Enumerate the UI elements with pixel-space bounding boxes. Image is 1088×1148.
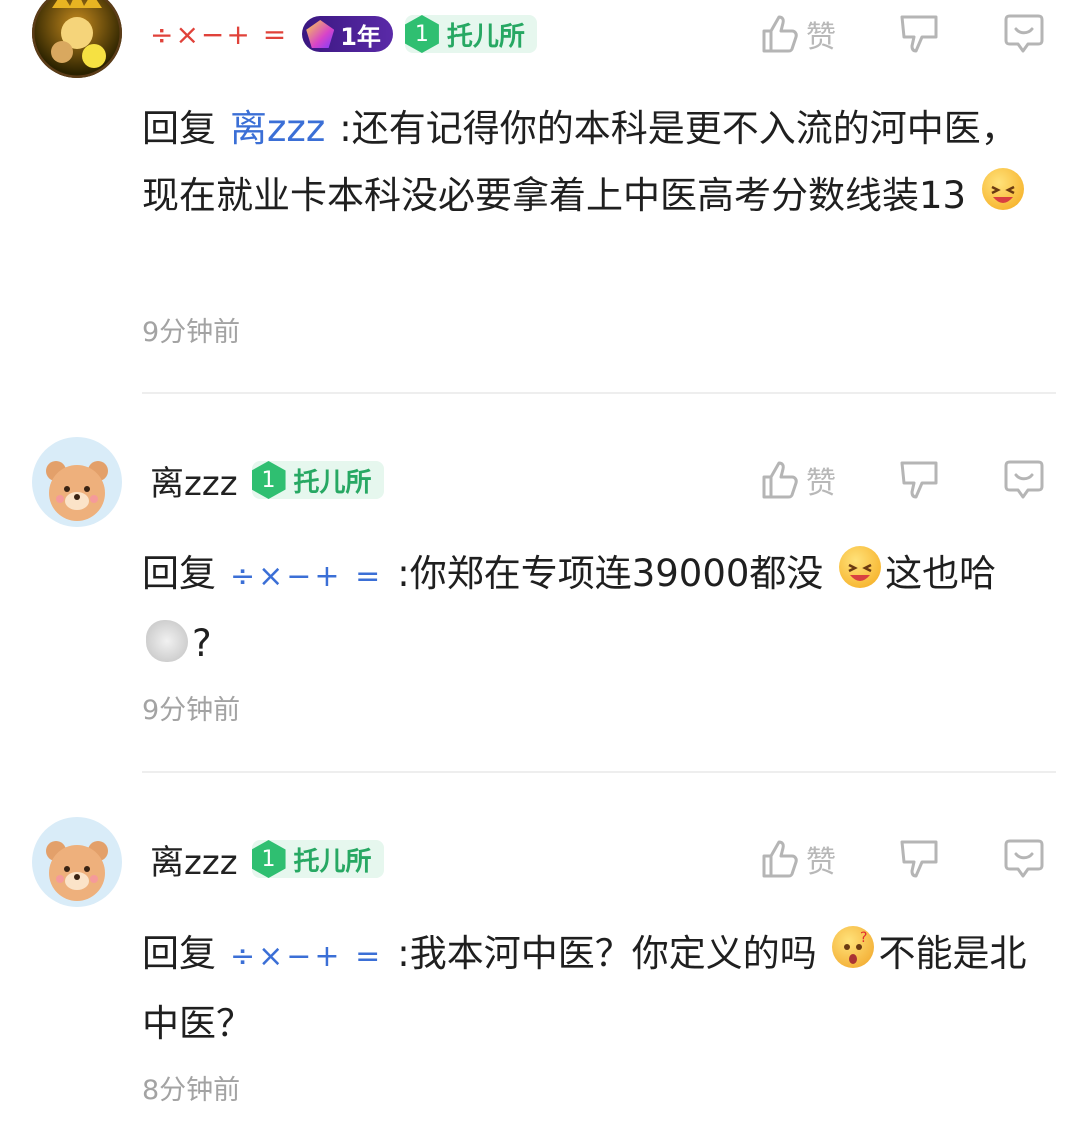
- laughing-emoji: [839, 546, 882, 588]
- membership-badge-label: 1年: [340, 22, 381, 51]
- comment-header: 离zzz 1 托儿所: [150, 456, 384, 504]
- reply-button[interactable]: [1002, 456, 1046, 504]
- avatar-image: [46, 461, 108, 521]
- avatar-image: [32, 0, 122, 78]
- like-label: 赞: [806, 845, 836, 880]
- reply-button[interactable]: [1002, 10, 1046, 58]
- dislike-button[interactable]: [898, 835, 940, 883]
- level-badge: 1 托儿所: [251, 461, 384, 499]
- reply-prefix: 回复: [142, 552, 216, 595]
- comment-content: 回复 ÷×−+ =:我本河中医？你定义的吗 ? 不能是北中医？: [142, 920, 1052, 1057]
- avatar[interactable]: [32, 437, 122, 527]
- avatar[interactable]: [32, 0, 122, 78]
- avatar-image: [46, 841, 108, 901]
- comment-text-cont: 这也哈: [885, 552, 997, 595]
- username[interactable]: 离zzz: [150, 456, 238, 505]
- level-title: 托儿所: [293, 467, 372, 498]
- comment-text: :我本河中医？你定义的吗: [397, 932, 817, 975]
- reply-button[interactable]: [1002, 835, 1046, 883]
- thumbs-down-icon: [900, 461, 938, 499]
- comment-bubble-icon: [1004, 460, 1044, 499]
- mention-link[interactable]: ÷×−+ =: [230, 559, 383, 594]
- thumbs-up-icon: [762, 840, 798, 878]
- comment-time: 8分钟前: [142, 1075, 241, 1106]
- comment-content: 回复 离zzz:还有记得你的本科是更不入流的河中医，现在就业卡本科没必要拿着上中医…: [142, 95, 1052, 229]
- thumbs-up-icon: [762, 461, 798, 499]
- comment-item: 离zzz 1 托儿所 赞 回复 ÷×−+ = :我本河中医？你定义的吗 ? 不能…: [0, 772, 1088, 1148]
- dislike-button[interactable]: [898, 456, 940, 504]
- comment-item: ÷×−+ = 1年 1 托儿所 赞 回复 离zzz:还有记得你的本科是更不入流的…: [0, 0, 1088, 394]
- username[interactable]: ÷×−+ =: [150, 18, 288, 51]
- comment-text-end: ?: [192, 622, 212, 665]
- like-label: 赞: [806, 20, 836, 55]
- comment-actions: 赞: [756, 10, 1056, 58]
- mention-link[interactable]: ÷×−+ =: [230, 939, 383, 974]
- like-button[interactable]: 赞: [758, 835, 836, 883]
- thumbs-down-icon: [900, 15, 938, 53]
- username[interactable]: 离zzz: [150, 835, 238, 884]
- reply-prefix: 回复: [142, 107, 216, 150]
- comment-content: 回复 ÷×−+ = :你郑在专项连39000都没 这也哈 ?: [142, 540, 1052, 677]
- comment-actions: 赞: [756, 456, 1056, 504]
- thumbs-up-icon: [762, 15, 798, 53]
- thumbs-down-icon: [900, 840, 938, 878]
- level-title: 托儿所: [293, 846, 372, 877]
- mention-link[interactable]: 离zzz: [230, 107, 325, 150]
- comment-bubble-icon: [1004, 839, 1044, 878]
- comment-time: 9分钟前: [142, 317, 241, 348]
- comment-item: 离zzz 1 托儿所 赞 回复 ÷×−+ = :你郑在专项连39000都没 这也…: [0, 392, 1088, 773]
- thinking-emoji: ?: [832, 926, 875, 968]
- level-number: 1: [251, 840, 286, 878]
- level-badge: 1 托儿所: [404, 15, 537, 53]
- like-button[interactable]: 赞: [758, 456, 836, 504]
- level-title: 托儿所: [446, 21, 525, 52]
- reply-prefix: 回复: [142, 932, 216, 975]
- like-label: 赞: [806, 466, 836, 501]
- level-number: 1: [404, 15, 439, 53]
- comment-header: ÷×−+ = 1年 1 托儿所: [150, 10, 537, 58]
- like-button[interactable]: 赞: [758, 10, 836, 58]
- gem-icon: [306, 20, 335, 48]
- comment-text: :你郑在专项连39000都没: [397, 552, 824, 595]
- svg-text:?: ?: [860, 930, 867, 946]
- dislike-button[interactable]: [898, 10, 940, 58]
- avatar[interactable]: [32, 817, 122, 907]
- comment-time: 9分钟前: [142, 695, 241, 726]
- level-number: 1: [251, 461, 286, 499]
- comment-header: 离zzz 1 托儿所: [150, 835, 384, 883]
- smoke-puff-emoji: [146, 620, 188, 662]
- level-badge: 1 托儿所: [251, 840, 384, 878]
- comment-bubble-icon: [1004, 14, 1044, 53]
- laughing-emoji: [981, 168, 1024, 210]
- membership-badge: 1年: [302, 16, 393, 52]
- comment-actions: 赞: [756, 835, 1056, 883]
